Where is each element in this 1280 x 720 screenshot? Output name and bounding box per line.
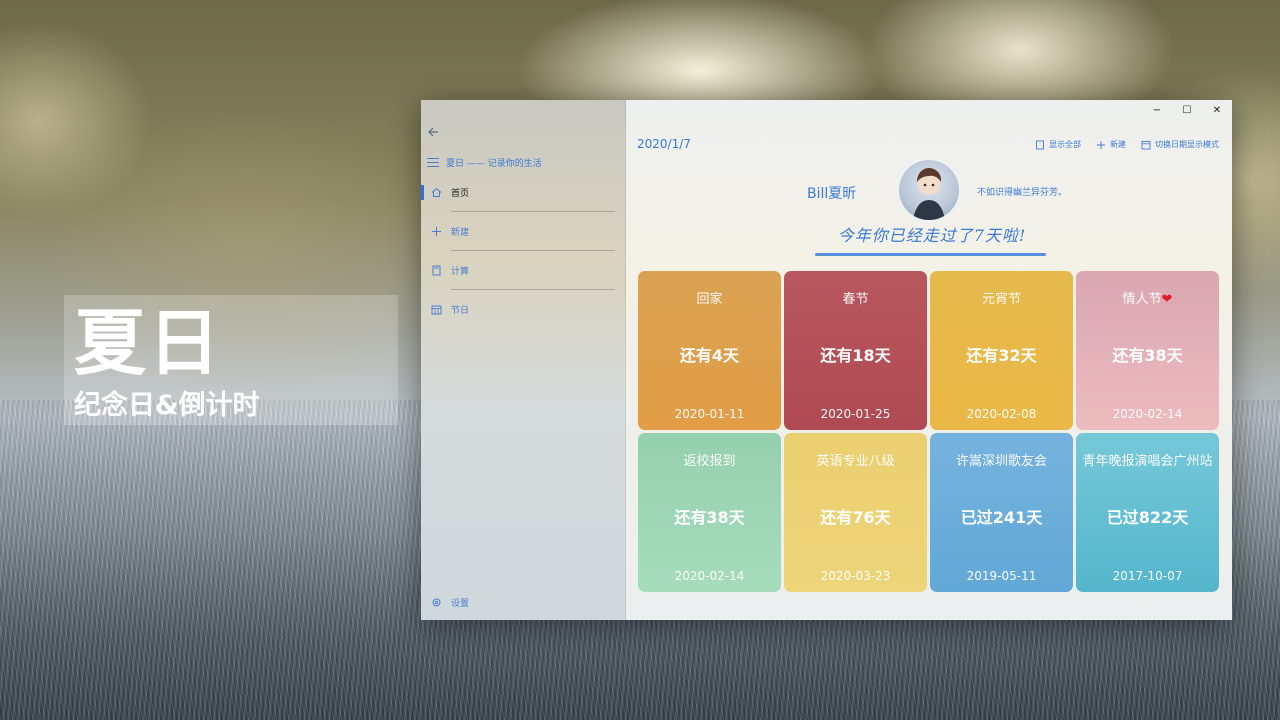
event-date: 2020-02-08	[966, 407, 1037, 421]
event-title-text: 青年晚报演唱会广州站	[1082, 454, 1213, 469]
event-countdown: 还有38天	[674, 508, 745, 527]
settings-label: 设置	[451, 598, 470, 609]
event-title: 春节	[784, 288, 927, 307]
calendar-icon	[430, 304, 442, 316]
event-title: 情人节❤	[1076, 288, 1219, 307]
user-name: Bill夏昕	[807, 186, 857, 202]
avatar[interactable]	[897, 158, 961, 222]
minimize-button[interactable]: −	[1142, 100, 1172, 120]
back-button[interactable]	[427, 126, 441, 140]
event-date: 2020-02-14	[1112, 407, 1183, 421]
nav-item-calculate[interactable]: 计算	[421, 251, 616, 290]
nav-item-home[interactable]: 首页	[421, 173, 616, 212]
event-date: 2017-10-07	[1112, 569, 1183, 583]
hero-panel: 夏日 纪念日&倒计时	[64, 295, 398, 425]
toggle-date-mode-button[interactable]: 切换日期显示模式	[1140, 139, 1219, 150]
main-content: − ☐ ✕ 2020/1/7 显示全部 新建 切换日期显示模式 Bill夏昕 不…	[627, 100, 1232, 620]
event-title: 返校报到	[638, 450, 781, 469]
user-motto: 不如识得幽兰异芬芳。	[977, 188, 1068, 198]
hero-title: 夏日	[74, 301, 223, 385]
list-icon	[1034, 139, 1045, 150]
event-title-text: 返校报到	[683, 454, 736, 469]
event-card[interactable]: 英语专业八级还有76天 2020-03-23	[784, 433, 927, 592]
nav-item-label: 节日	[451, 306, 470, 316]
settings-button[interactable]: 设置	[421, 592, 616, 612]
event-title: 许嵩深圳歌友会	[930, 450, 1073, 469]
plus-icon	[1095, 139, 1106, 150]
event-title: 青年晚报演唱会广州站	[1076, 450, 1219, 469]
event-card[interactable]: 许嵩深圳歌友会已过241天 2019-05-11	[930, 433, 1073, 592]
heart-icon: ❤	[1161, 292, 1173, 307]
close-button[interactable]: ✕	[1202, 100, 1232, 120]
home-icon	[430, 187, 442, 199]
year-progress-underline	[815, 253, 1046, 256]
toggle-date-mode-label: 切换日期显示模式	[1155, 140, 1219, 149]
event-card[interactable]: 青年晚报演唱会广州站已过822天 2017-10-07	[1076, 433, 1219, 592]
hamburger-menu-icon[interactable]	[427, 157, 439, 167]
calendar-icon	[1140, 139, 1151, 150]
event-countdown: 还有4天	[679, 346, 740, 365]
event-card[interactable]: 回家还有4天 2020-01-11	[638, 271, 781, 430]
event-countdown: 还有38天	[1112, 346, 1183, 365]
avatar-illustration-icon	[913, 168, 945, 220]
back-arrow-icon	[428, 127, 438, 137]
maximize-button[interactable]: ☐	[1172, 100, 1202, 120]
event-date: 2020-01-11	[674, 407, 745, 421]
event-card[interactable]: 元宵节还有32天 2020-02-08	[930, 271, 1073, 430]
event-card[interactable]: 春节还有18天 2020-01-25	[784, 271, 927, 430]
event-countdown: 已过822天	[1106, 508, 1189, 527]
event-title-text: 元宵节	[981, 292, 1021, 307]
toolbar: 显示全部 新建 切换日期显示模式	[1020, 139, 1219, 150]
nav-header[interactable]: 夏日 —— 记录你的生活	[427, 155, 542, 169]
nav-item-label: 首页	[451, 189, 470, 199]
event-date: 2020-02-14	[674, 569, 745, 583]
nav-item-festivals[interactable]: 节日	[421, 290, 616, 329]
nav-item-new[interactable]: 新建	[421, 212, 616, 251]
event-card[interactable]: 返校报到还有38天 2020-02-14	[638, 433, 781, 592]
plus-icon	[430, 226, 442, 238]
current-date: 2020/1/7	[637, 137, 691, 151]
hero-subtitle: 纪念日&倒计时	[74, 390, 260, 421]
app-brand: 夏日 —— 记录你的生活	[446, 158, 542, 169]
event-title: 回家	[638, 288, 781, 307]
event-title-text: 英语专业八级	[816, 454, 895, 469]
window-controls: − ☐ ✕	[1142, 100, 1232, 120]
event-countdown: 还有18天	[820, 346, 891, 365]
event-date: 2020-03-23	[820, 569, 891, 583]
show-all-button[interactable]: 显示全部	[1034, 139, 1081, 150]
event-countdown: 已过241天	[960, 508, 1043, 527]
event-countdown: 还有32天	[966, 346, 1037, 365]
nav-item-label: 计算	[451, 267, 470, 277]
app-window: 夏日 —— 记录你的生活 首页 新建 计算 节日 设置 − ☐ ✕ 2020/1…	[421, 100, 1232, 620]
event-title: 英语专业八级	[784, 450, 927, 469]
sidebar: 夏日 —— 记录你的生活 首页 新建 计算 节日 设置	[421, 100, 626, 620]
new-button[interactable]: 新建	[1095, 139, 1126, 150]
event-card[interactable]: 情人节❤ 还有38天 2020-02-14	[1076, 271, 1219, 430]
new-label: 新建	[1110, 140, 1126, 149]
gear-icon	[430, 596, 442, 608]
calculator-icon	[430, 265, 442, 277]
event-title-text: 许嵩深圳歌友会	[955, 454, 1047, 469]
year-progress-text: 今年你已经走过了7天啦!	[837, 226, 1027, 245]
event-date: 2019-05-11	[966, 569, 1037, 583]
event-date: 2020-01-25	[820, 407, 891, 421]
event-title-text: 情人节	[1122, 292, 1162, 307]
event-countdown: 还有76天	[820, 508, 891, 527]
nav-item-label: 新建	[451, 228, 470, 238]
show-all-label: 显示全部	[1049, 140, 1081, 149]
event-title-text: 回家	[696, 292, 723, 307]
event-title-text: 春节	[842, 292, 869, 307]
event-title: 元宵节	[930, 288, 1073, 307]
